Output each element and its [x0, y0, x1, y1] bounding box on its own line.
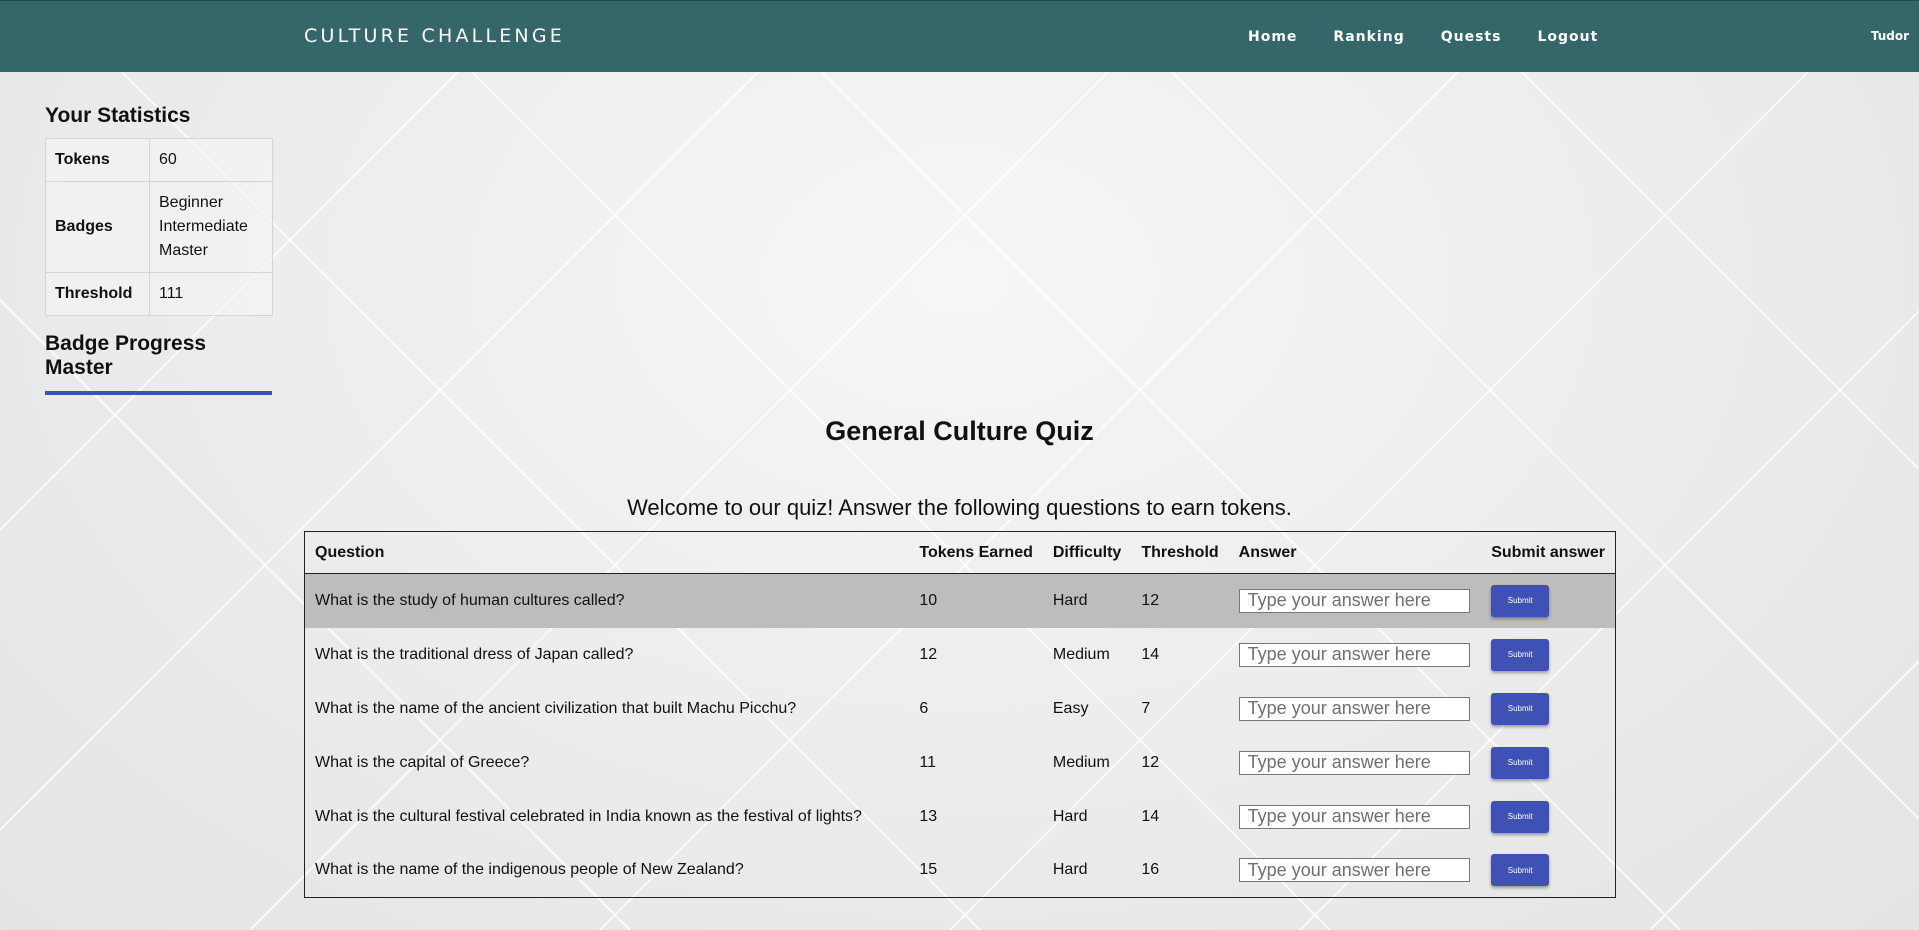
statistics-table: Tokens 60 Badges Beginner Intermediate M…	[45, 138, 273, 316]
quiz-row: What is the traditional dress of Japan c…	[305, 628, 1616, 682]
submit-button[interactable]: Submit	[1491, 584, 1550, 617]
badge-item: Intermediate	[159, 218, 248, 235]
answer-input[interactable]	[1238, 750, 1470, 775]
tokens-earned-cell: 13	[919, 807, 938, 825]
answer-input[interactable]	[1238, 642, 1470, 667]
answer-cell	[1228, 573, 1482, 628]
difficulty-cell: Medium	[1052, 753, 1110, 771]
threshold-cell: 14	[1141, 807, 1160, 825]
submit-button[interactable]: Submit	[1491, 854, 1550, 887]
question-cell: What is the cultural festival celebrated…	[315, 807, 862, 825]
submit-cell: Submit	[1481, 628, 1615, 682]
header-threshold: Threshold	[1131, 531, 1229, 574]
tokens-earned-cell: 12	[919, 645, 938, 663]
quiz-row: What is the study of human cultures call…	[304, 573, 1616, 628]
header-question: Question	[304, 531, 910, 574]
submit-cell: Submit	[1481, 790, 1615, 844]
submit-button[interactable]: Submit	[1491, 800, 1550, 833]
stat-row-tokens: Tokens 60	[45, 138, 273, 182]
question-cell: What is the capital of Greece?	[315, 753, 530, 771]
submit-button[interactable]: Submit	[1491, 746, 1550, 779]
submit-cell: Submit	[1481, 844, 1615, 898]
badge-item: Beginner	[159, 194, 224, 211]
threshold-cell: 14	[1141, 645, 1160, 663]
answer-cell	[1229, 736, 1482, 790]
answer-cell	[1229, 844, 1482, 898]
badge-progress: Badge Progress Master	[45, 332, 272, 395]
stat-row-threshold: Threshold 111	[45, 272, 273, 316]
statistics-panel: Your Statistics Tokens 60 Badges Beginne…	[45, 104, 273, 316]
question-cell: What is the traditional dress of Japan c…	[315, 645, 634, 663]
header-submit-answer: Submit answer	[1481, 531, 1616, 574]
answer-cell	[1229, 628, 1482, 682]
submit-cell: Submit	[1481, 573, 1616, 628]
question-cell: What is the study of human cultures call…	[304, 573, 910, 628]
stat-row-badges: Badges Beginner Intermediate Master	[45, 181, 273, 273]
quiz-body: What is the study of human cultures call…	[304, 573, 1616, 898]
threshold-cell: 12	[1131, 573, 1229, 628]
threshold-cell: 7	[1141, 699, 1151, 717]
nav-links: Home Ranking Quests Logout	[1248, 29, 1634, 45]
stat-value: Beginner Intermediate Master	[149, 181, 273, 273]
quiz-row: What is the name of the ancient civiliza…	[305, 682, 1616, 736]
nav-link-quests[interactable]: Quests	[1441, 29, 1502, 45]
stat-value: 60	[149, 138, 273, 182]
question-cell: What is the name of the indigenous peopl…	[315, 861, 744, 879]
nav-link-ranking[interactable]: Ranking	[1333, 29, 1404, 45]
badge-progress-bar	[45, 391, 272, 395]
brand-title[interactable]: CULTURE CHALLENGE	[304, 25, 565, 47]
difficulty-cell: Hard	[1052, 861, 1088, 879]
header-difficulty: Difficulty	[1042, 531, 1132, 574]
submit-button[interactable]: Submit	[1491, 692, 1550, 725]
stat-label: Tokens	[45, 138, 150, 182]
question-cell: What is the name of the ancient civiliza…	[315, 699, 797, 717]
difficulty-cell: Hard	[1042, 573, 1132, 628]
quiz-header-row: Question Tokens Earned Difficulty Thresh…	[304, 531, 1616, 574]
answer-cell	[1229, 682, 1482, 736]
nav-link-logout[interactable]: Logout	[1537, 29, 1598, 45]
user-name: Tudor	[1870, 29, 1909, 43]
quiz-row: What is the capital of Greece? 11 Medium 12…	[305, 736, 1616, 790]
nav-link-home[interactable]: Home	[1248, 29, 1297, 45]
quiz-row: What is the cultural festival celebrated…	[305, 790, 1616, 844]
quiz-intro: Welcome to our quiz! Answer the followin…	[627, 495, 1292, 520]
stat-label: Badges	[45, 181, 150, 273]
tokens-earned-cell: 6	[919, 699, 929, 717]
answer-input[interactable]	[1238, 804, 1470, 829]
quiz-title: General Culture Quiz	[825, 416, 1094, 446]
tokens-earned-cell: 15	[919, 861, 938, 879]
header-answer: Answer	[1228, 531, 1482, 574]
threshold-cell: 12	[1141, 753, 1160, 771]
badge-item: Master	[159, 242, 208, 259]
navbar: CULTURE CHALLENGE Home Ranking Quests Lo…	[0, 0, 1919, 72]
stat-label: Threshold	[45, 272, 150, 316]
submit-cell: Submit	[1481, 736, 1615, 790]
difficulty-cell: Hard	[1052, 807, 1088, 825]
difficulty-cell: Easy	[1052, 699, 1089, 717]
statistics-title: Your Statistics	[45, 104, 191, 127]
difficulty-cell: Medium	[1052, 645, 1110, 663]
badge-progress-title: Badge Progress Master	[45, 332, 207, 379]
answer-input[interactable]	[1238, 696, 1470, 721]
quiz-row: What is the name of the indigenous peopl…	[305, 844, 1616, 898]
stat-value: 111	[149, 272, 273, 316]
header-tokens-earned: Tokens Earned	[909, 531, 1043, 574]
submit-cell: Submit	[1481, 682, 1615, 736]
tokens-earned-cell: 10	[909, 573, 1043, 628]
answer-input[interactable]	[1238, 858, 1470, 883]
quiz-table: Question Tokens Earned Difficulty Thresh…	[304, 531, 1616, 898]
tokens-earned-cell: 11	[919, 753, 936, 771]
threshold-cell: 16	[1141, 861, 1160, 879]
answer-cell	[1229, 790, 1482, 844]
answer-input[interactable]	[1238, 588, 1470, 613]
submit-button[interactable]: Submit	[1491, 638, 1550, 671]
